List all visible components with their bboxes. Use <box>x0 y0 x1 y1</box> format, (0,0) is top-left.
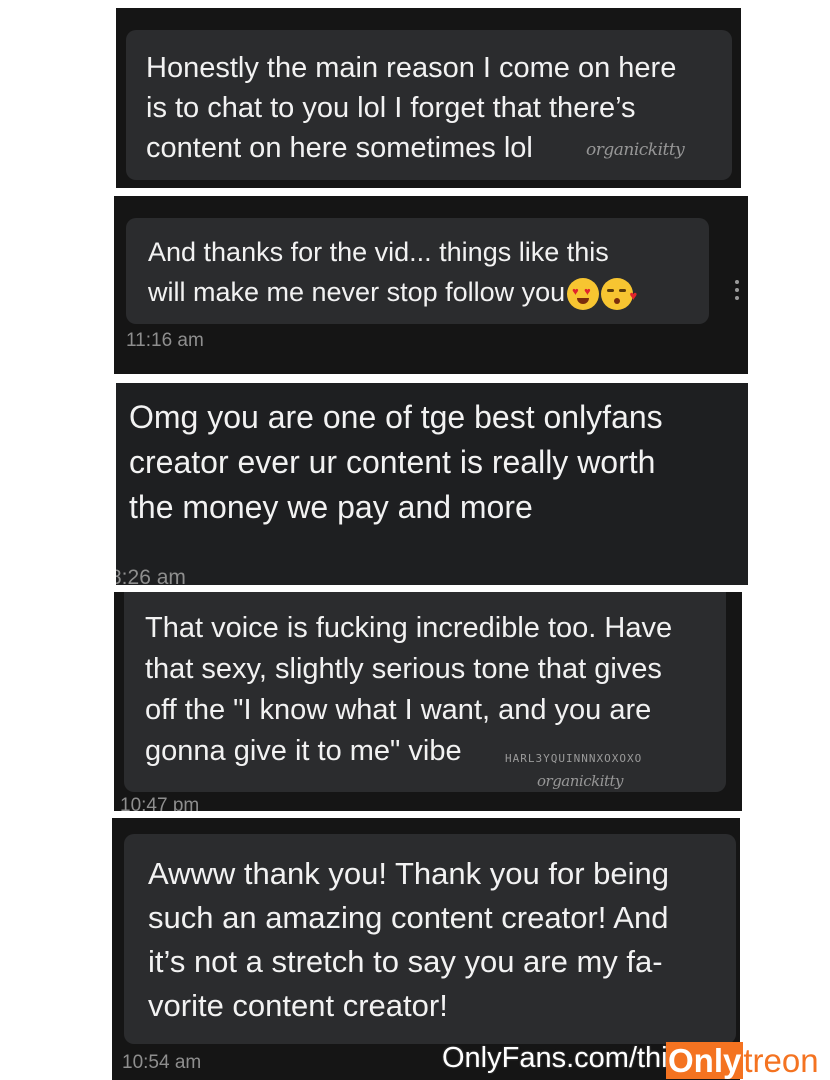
source-url-watermark: OnlyFans.com/thisis <box>442 1042 704 1074</box>
message-bubble: And thanks for the vid... things like th… <box>126 218 709 324</box>
logo-part-only: Only <box>666 1042 744 1079</box>
chat-screenshot-4: That voice is fucking incredible too. Ha… <box>114 592 742 811</box>
logo-part-treon: treon <box>743 1042 819 1079</box>
message-timestamp: 8:26 am <box>116 566 186 585</box>
site-logo: Onlytreon <box>666 1042 819 1079</box>
message-text: That voice is fucking incredible too. Ha… <box>145 612 673 767</box>
signature-watermark: organickitty <box>537 772 624 790</box>
message-text: Awww thank you! Thank you for being such… <box>148 856 669 1023</box>
chat-screenshot-5: Awww thank you! Thank you for being such… <box>112 818 740 1080</box>
message-timestamp: 10:54 am <box>122 1052 202 1073</box>
kiss-emoji-icon: ♥ <box>601 277 637 310</box>
heart-eyes-emoji-icon: ♥ ♥ <box>567 277 600 310</box>
message-text: Omg you are one of tge best onlyfans cre… <box>129 399 663 525</box>
message-timestamp: 11:16 am <box>126 330 204 351</box>
message-bubble: Honestly the main reason I come on here … <box>126 30 732 180</box>
message-bubble: That voice is fucking incredible too. Ha… <box>124 592 726 792</box>
message-bubble: Awww thank you! Thank you for being such… <box>124 834 736 1044</box>
message-text: And thanks for the vid... things like th… <box>148 232 637 312</box>
text-watermark: HARL3YQUINNNXOXOXO <box>505 752 643 765</box>
chat-screenshot-3: Omg you are one of tge best onlyfans cre… <box>116 383 748 585</box>
more-options-icon[interactable] <box>735 280 739 304</box>
message-text-content: And thanks for the vid... things like th… <box>148 237 609 307</box>
signature-watermark: organickitty <box>586 140 685 160</box>
message-timestamp: 10:47 pm <box>120 795 200 811</box>
chat-screenshot-1: Honestly the main reason I come on here … <box>116 8 741 188</box>
chat-screenshot-2: And thanks for the vid... things like th… <box>114 196 748 374</box>
